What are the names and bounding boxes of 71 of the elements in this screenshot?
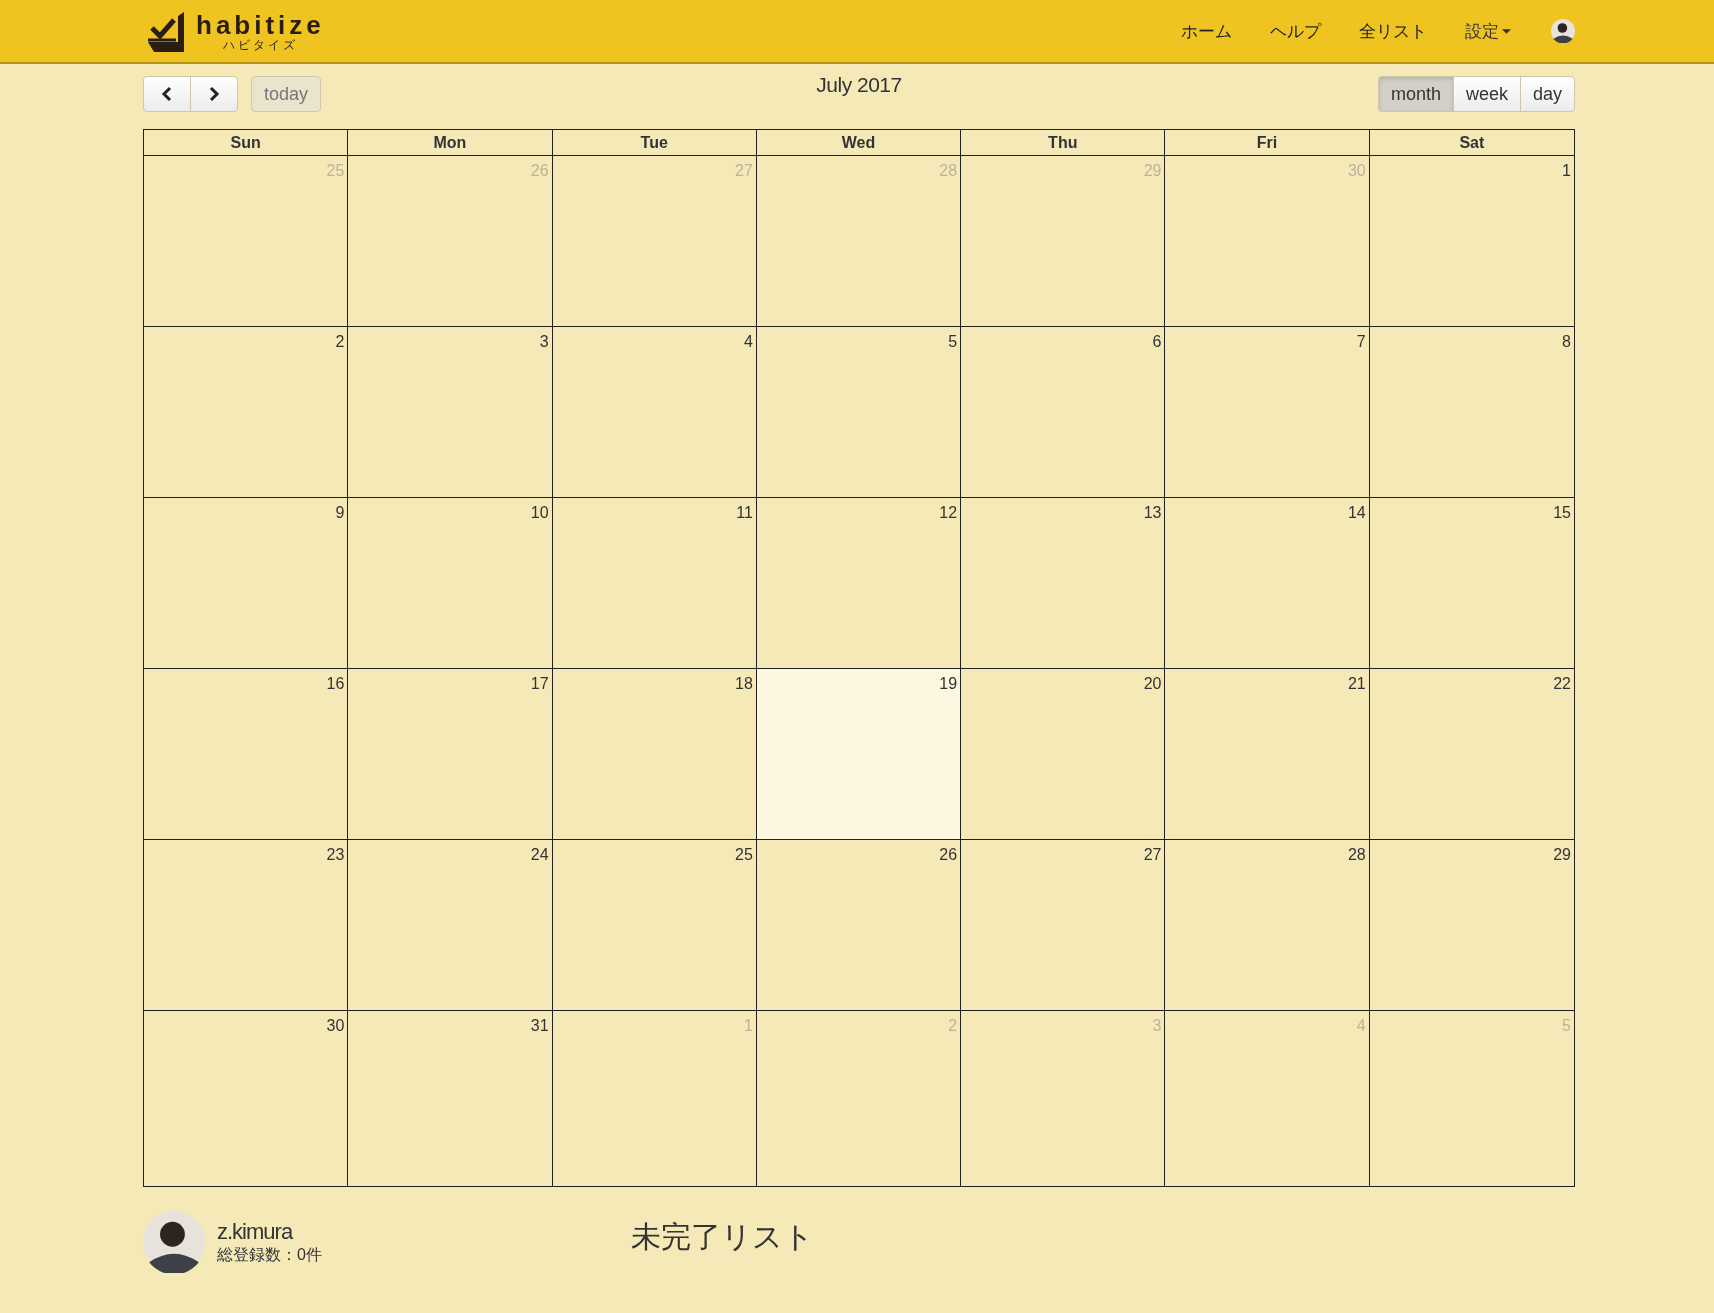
nav-link[interactable]: 全リスト [1359, 19, 1427, 43]
day-number: 30 [1347, 161, 1367, 180]
day-number: 1 [1562, 161, 1572, 180]
day-number: 22 [1553, 674, 1572, 693]
today-cell[interactable]: 19 [756, 669, 962, 840]
caret-icon [1502, 28, 1511, 34]
day-number: 2 [335, 332, 346, 351]
section-heading: 未完了リスト [631, 1219, 814, 1255]
day-number: 30 [326, 1016, 346, 1035]
user-name: z.kimura [217, 1218, 294, 1245]
day-number: 1 [743, 1016, 754, 1035]
day-number: 3 [1152, 1016, 1163, 1035]
day-number: 8 [1562, 332, 1572, 351]
day-number: 21 [1347, 674, 1367, 693]
day-number: 26 [530, 161, 550, 180]
day-number: 24 [530, 845, 550, 864]
avatar [143, 1211, 205, 1273]
day-number: 4 [743, 332, 754, 351]
settings-menu[interactable]: 設定 [1465, 19, 1511, 43]
day-number: 10 [530, 503, 550, 522]
day-number: 5 [1562, 1016, 1572, 1035]
day-number: 18 [735, 674, 754, 693]
logo-subtitle: ハビタイズ [222, 38, 298, 52]
weekday-header: Wed [756, 130, 962, 156]
nav-link[interactable]: ヘルプ [1270, 19, 1321, 43]
weekday-header: Thu [961, 130, 1166, 156]
day-number: 28 [939, 161, 959, 180]
day-number: 12 [939, 503, 959, 522]
day-number: 17 [530, 674, 550, 693]
calendar-title: July 2017 [816, 73, 902, 97]
day-number: 25 [735, 845, 754, 864]
weekday-header: Sat [1369, 130, 1574, 156]
day-number: 28 [1347, 845, 1367, 864]
day-number: 15 [1553, 503, 1572, 522]
day-number: 7 [1356, 332, 1367, 351]
day-number: 14 [1347, 503, 1367, 522]
avatar[interactable] [1551, 19, 1575, 43]
weekday-header: Mon [348, 130, 553, 156]
logo-text: habitize [196, 10, 325, 39]
registration-count: 総登録数：0件 [217, 1244, 322, 1265]
chevron-right-icon [208, 86, 220, 102]
chevron-left-icon [161, 86, 173, 102]
day-number: 20 [1143, 674, 1163, 693]
view-tab[interactable]: day [1519, 76, 1575, 112]
weekday-header: Sun [144, 130, 349, 156]
logo-check-icon [146, 11, 186, 52]
day-number: 3 [539, 332, 550, 351]
weekday-header: Fri [1165, 130, 1370, 156]
day-number: 9 [335, 503, 346, 522]
nav-link[interactable]: ホーム [1181, 19, 1232, 43]
day-number: 27 [1143, 845, 1163, 864]
day-number: 27 [735, 161, 754, 180]
day-number: 19 [939, 674, 959, 693]
day-number: 29 [1143, 161, 1163, 180]
day-number: 31 [530, 1016, 550, 1035]
day-number: 11 [736, 503, 754, 522]
prev-button[interactable] [143, 76, 191, 112]
day-number: 4 [1356, 1016, 1367, 1035]
day-number: 2 [948, 1016, 959, 1035]
day-number: 13 [1143, 503, 1163, 522]
next-button[interactable] [190, 76, 238, 112]
day-number: 29 [1553, 845, 1572, 864]
day-number: 16 [326, 674, 346, 693]
day-number: 26 [939, 845, 959, 864]
weekday-header: Tue [552, 130, 757, 156]
view-tab[interactable]: week [1452, 76, 1521, 112]
day-number: 23 [326, 845, 346, 864]
day-number: 25 [326, 161, 346, 180]
day-number: 6 [1152, 332, 1163, 351]
view-tab[interactable]: month [1377, 76, 1454, 112]
day-number: 5 [948, 332, 959, 351]
